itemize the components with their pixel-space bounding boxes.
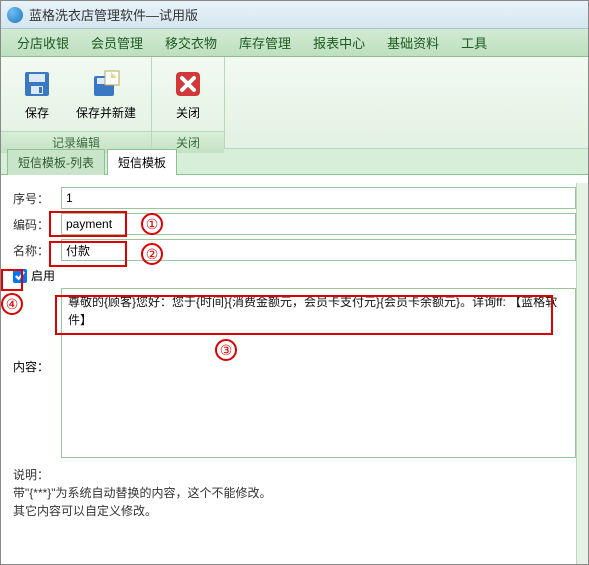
title-bar: 蓝格洗衣店管理软件—试用版 xyxy=(1,1,588,29)
name-input[interactable] xyxy=(61,239,576,261)
window-title: 蓝格洗衣店管理软件—试用版 xyxy=(29,5,198,24)
explain-label: 说明： xyxy=(13,466,576,484)
explanation-block: 说明： 带"{***}"为系统自动替换的内容，这个不能修改。 其它内容可以自定义… xyxy=(13,466,576,520)
ribbon-group-edit: 保存 保存并新建 记录编辑 xyxy=(1,57,152,148)
save-new-label: 保存并新建 xyxy=(76,104,136,121)
explain-line1: 带"{***}"为系统自动替换的内容，这个不能修改。 xyxy=(13,484,576,502)
close-icon xyxy=(172,68,204,100)
floppy-save-icon xyxy=(21,68,53,100)
seq-label: 序号： xyxy=(13,190,61,207)
vertical-scrollbar[interactable] xyxy=(576,183,588,564)
tab-strip: 短信模板-列表 短信模板 xyxy=(1,149,588,175)
menu-reports[interactable]: 报表中心 xyxy=(313,33,365,52)
content-text: 尊敬的{顾客}您好：您于{时间}{消费金额元，会员卡支付元}{会员卡余额元}。详… xyxy=(68,295,557,327)
menu-inventory[interactable]: 库存管理 xyxy=(239,33,291,52)
code-input[interactable] xyxy=(61,213,576,235)
content-textarea[interactable]: 尊敬的{顾客}您好：您于{时间}{消费金额元，会员卡支付元}{会员卡余额元}。详… xyxy=(61,288,576,458)
menu-member-mgmt[interactable]: 会员管理 xyxy=(91,33,143,52)
menu-transfer[interactable]: 移交衣物 xyxy=(165,33,217,52)
menu-bar: 分店收银 会员管理 移交衣物 库存管理 报表中心 基础资料 工具 xyxy=(1,29,588,57)
tab-sms-template[interactable]: 短信模板 xyxy=(107,149,177,175)
floppy-new-icon xyxy=(90,68,122,100)
seq-input[interactable] xyxy=(61,187,576,209)
tab-sms-template-list[interactable]: 短信模板-列表 xyxy=(7,149,105,175)
close-button[interactable]: 关闭 xyxy=(158,61,218,127)
menu-basic-data[interactable]: 基础资料 xyxy=(387,33,439,52)
explain-line2: 其它内容可以自定义修改。 xyxy=(13,502,576,520)
content-label: 内容： xyxy=(13,288,61,375)
name-label: 名称： xyxy=(13,242,61,259)
enable-checkbox[interactable] xyxy=(13,269,27,283)
save-label: 保存 xyxy=(25,104,49,121)
menu-branch-cashier[interactable]: 分店收银 xyxy=(17,33,69,52)
close-label: 关闭 xyxy=(176,104,200,121)
save-and-new-button[interactable]: 保存并新建 xyxy=(67,61,145,127)
ribbon-toolbar: 保存 保存并新建 记录编辑 关闭 关闭 xyxy=(1,57,588,149)
ribbon-group-close: 关闭 关闭 xyxy=(152,57,225,148)
app-logo-icon xyxy=(7,7,23,23)
enable-label: 启用 xyxy=(31,267,55,284)
save-button[interactable]: 保存 xyxy=(7,61,67,127)
menu-tools[interactable]: 工具 xyxy=(461,33,487,52)
code-label: 编码： xyxy=(13,216,61,233)
form-panel: 序号： 编码： 名称： 启用 内容： 尊敬的{顾客}您好：您于{时间}{消费金额… xyxy=(1,175,588,528)
